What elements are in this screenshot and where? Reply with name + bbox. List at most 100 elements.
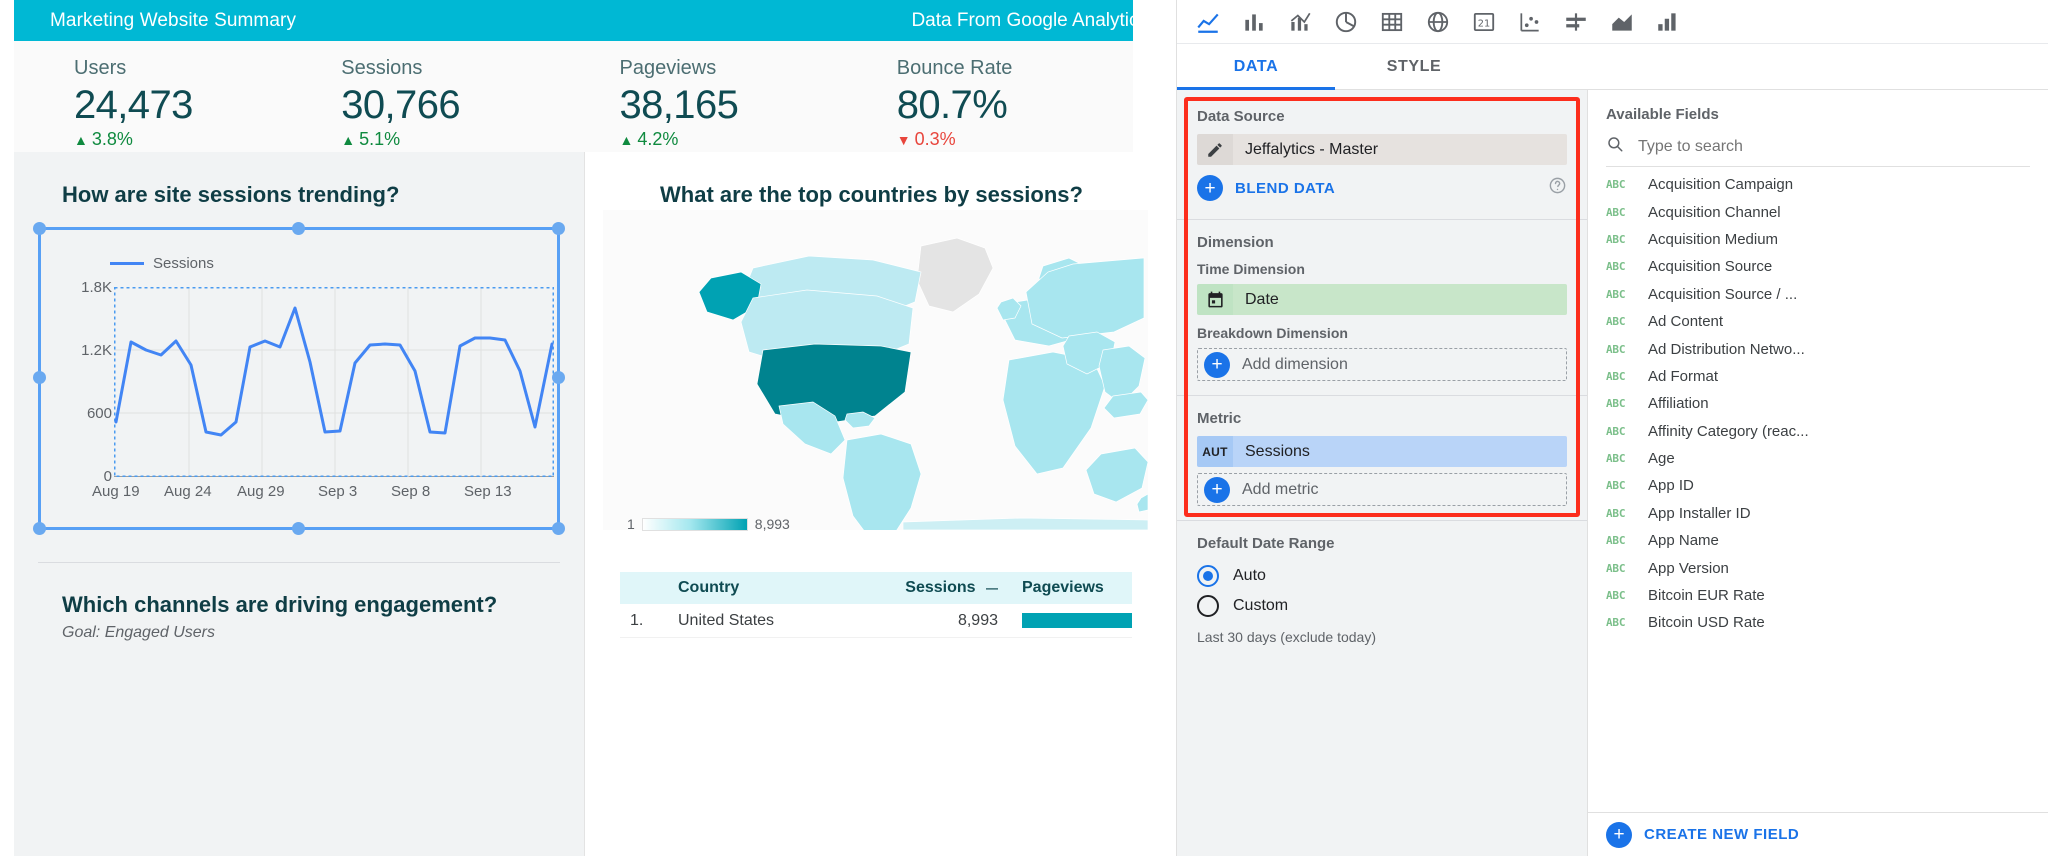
create-new-field-button[interactable]: + CREATE NEW FIELD [1588, 812, 2048, 856]
area-chart-icon[interactable] [1599, 2, 1645, 42]
scatter-chart-icon[interactable] [1507, 2, 1553, 42]
table-header-pageviews[interactable]: Pageviews [1006, 579, 1132, 597]
metric-section: Metric AUT Sessions + Add metric [1197, 410, 1567, 506]
field-item[interactable]: ABC Ad Format [1588, 363, 2048, 390]
metric-chip[interactable]: AUT Sessions [1197, 436, 1567, 467]
resize-handle-top-right[interactable] [552, 222, 565, 235]
plus-icon[interactable]: + [1606, 821, 1632, 848]
dimension-section: Dimension Time Dimension Date Breakdown … [1197, 234, 1567, 381]
bar-chart-icon[interactable] [1231, 2, 1277, 42]
resize-handle-middle-left[interactable] [33, 371, 46, 384]
resize-handle-top-left[interactable] [33, 222, 46, 235]
top-countries-table[interactable]: Country Sessions — Pageviews 1. United S… [620, 572, 1132, 638]
table-header-sessions[interactable]: Sessions — [886, 579, 1006, 597]
field-item[interactable]: ABC Bitcoin USD Rate [1588, 609, 2048, 636]
data-source-chip[interactable]: Jeffalytics - Master [1197, 134, 1567, 165]
scorecard-label: Users [74, 57, 127, 79]
scorecard-label: Sessions [341, 57, 423, 79]
field-label: Acquisition Source [1648, 258, 1773, 276]
field-item[interactable]: ABC Ad Content [1588, 308, 2048, 335]
field-item[interactable]: ABC Ad Distribution Netwo... [1588, 335, 2048, 362]
data-properties-column: Data Source Jeffalytics - Master + BLEND… [1177, 90, 1587, 856]
metric-title: Metric [1197, 410, 1242, 427]
radio-auto-label: Auto [1233, 567, 1266, 584]
blend-data-row[interactable]: + BLEND DATA [1197, 171, 1567, 205]
scorecard-pageviews[interactable]: Pageviews 38,165 ▲ 4.2% [578, 41, 856, 152]
scorecard-delta-value: 0.3% [914, 129, 956, 149]
divider [1177, 520, 1587, 521]
field-label: App Version [1648, 559, 1729, 577]
resize-handle-bottom-left[interactable] [33, 522, 46, 535]
create-new-field-label: CREATE NEW FIELD [1644, 826, 1800, 843]
field-item[interactable]: ABC Bitcoin EUR Rate [1588, 582, 2048, 609]
report-canvas[interactable]: Marketing Website Summary Data From Goog… [0, 0, 1176, 856]
geo-map-icon[interactable] [1415, 2, 1461, 42]
date-range-note: Last 30 days (exclude today) [1197, 629, 1376, 645]
field-item[interactable]: ABC App Version [1588, 554, 2048, 581]
bullet-chart-icon[interactable] [1553, 2, 1599, 42]
combo-chart-icon[interactable] [1277, 2, 1323, 42]
field-label: Bitcoin EUR Rate [1648, 587, 1765, 605]
scorecard-users[interactable]: Users 24,473 ▲ 3.8% [14, 41, 310, 152]
scorecard-delta: ▲ 5.1% [341, 129, 577, 150]
search-input[interactable] [1638, 137, 2030, 156]
sessions-trend-panel: How are site sessions trending? Sessions… [14, 152, 584, 856]
field-search-row[interactable] [1606, 127, 2030, 167]
field-item[interactable]: ABC Acquisition Source [1588, 253, 2048, 280]
help-circle-icon[interactable] [1548, 176, 1567, 200]
field-item[interactable]: ABC Acquisition Medium [1588, 226, 2048, 253]
plus-icon[interactable]: + [1197, 175, 1223, 201]
field-list[interactable]: ABC Acquisition Campaign ABC Acquisition C… [1588, 167, 2048, 812]
pivot-table-icon[interactable] [1645, 2, 1691, 42]
field-item[interactable]: ABC App Installer ID [1588, 500, 2048, 527]
scorecard-delta-value: 5.1% [359, 129, 401, 149]
table-header-country[interactable]: Country [658, 579, 886, 597]
tab-data[interactable]: DATA [1177, 44, 1335, 90]
resize-handle-middle-right[interactable] [552, 371, 565, 384]
resize-handle-bottom-center[interactable] [292, 522, 305, 535]
data-source-title: Data Source [1197, 108, 1285, 125]
chart-selection-frame[interactable] [33, 222, 565, 535]
field-label: Acquisition Source / ... [1648, 285, 1798, 303]
pie-chart-icon[interactable] [1323, 2, 1369, 42]
field-item[interactable]: ABC App ID [1588, 472, 2048, 499]
scorecard-bounce-rate[interactable]: Bounce Rate 80.7% ▼ 0.3% [856, 41, 1133, 152]
auto-metric-badge: AUT [1197, 436, 1233, 467]
line-chart-icon[interactable] [1185, 2, 1231, 42]
text-type-icon: ABC [1606, 616, 1626, 630]
map-color-legend: 1 8,993 [627, 516, 790, 532]
field-item[interactable]: ABC App Name [1588, 527, 2048, 554]
add-dimension-button[interactable]: + Add dimension [1197, 348, 1567, 381]
text-type-icon: ABC [1606, 561, 1626, 575]
blend-data-label: BLEND DATA [1235, 179, 1336, 197]
scorecard-sessions[interactable]: Sessions 30,766 ▲ 5.1% [310, 41, 577, 152]
trend-up-icon: ▲ [619, 131, 634, 148]
table-row[interactable]: 1. United States 8,993 [620, 604, 1132, 638]
datastudio-editor: Marketing Website Summary Data From Goog… [0, 0, 2048, 856]
field-item[interactable]: ABC Acquisition Campaign [1588, 171, 2048, 198]
radio-auto-icon[interactable] [1197, 565, 1219, 587]
pencil-icon[interactable] [1197, 134, 1233, 165]
table-icon[interactable] [1369, 2, 1415, 42]
field-item[interactable]: ABC Acquisition Channel [1588, 198, 2048, 225]
time-dimension-chip[interactable]: Date [1197, 284, 1567, 315]
tab-style[interactable]: STYLE [1335, 44, 1493, 89]
date-range-option-auto[interactable]: Auto [1197, 561, 1567, 591]
table-header-sessions-label: Sessions [905, 579, 976, 596]
resize-handle-bottom-right[interactable] [552, 522, 565, 535]
field-item[interactable]: ABC Age [1588, 445, 2048, 472]
plus-icon[interactable]: + [1204, 476, 1230, 503]
field-item[interactable]: ABC Affiliation [1588, 390, 2048, 417]
geo-map[interactable] [603, 210, 1149, 541]
scorecard-icon[interactable]: 21 [1461, 2, 1507, 42]
date-range-option-custom[interactable]: Custom [1197, 591, 1567, 621]
field-label: Acquisition Campaign [1648, 176, 1794, 194]
add-metric-button[interactable]: + Add metric [1197, 473, 1567, 506]
plus-icon[interactable]: + [1204, 351, 1230, 378]
resize-handle-top-center[interactable] [292, 222, 305, 235]
field-item[interactable]: ABC Acquisition Source / ... [1588, 281, 2048, 308]
legend-gradient-bar [641, 517, 748, 531]
sort-indicator-icon: — [986, 581, 998, 595]
field-item[interactable]: ABC Affinity Category (reac... [1588, 418, 2048, 445]
radio-custom-icon[interactable] [1197, 595, 1219, 617]
